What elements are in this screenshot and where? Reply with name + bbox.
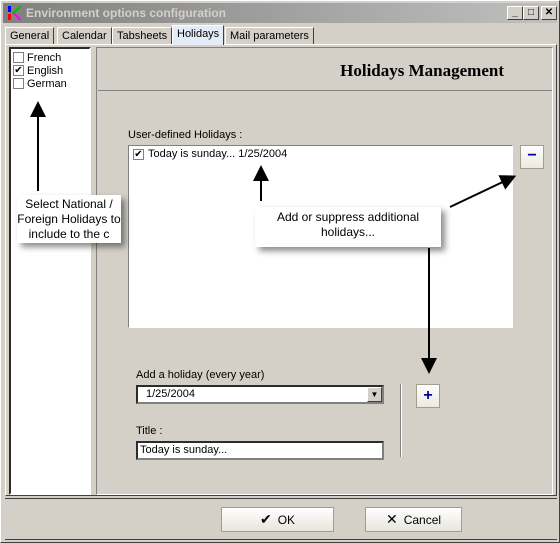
user-defined-holidays-label: User-defined Holidays : (128, 129, 243, 141)
tab-calendar[interactable]: Calendar (57, 27, 112, 45)
checkbox-german[interactable] (13, 78, 24, 89)
checkmark-icon: ✔ (259, 511, 272, 527)
holiday-option-german[interactable]: German (13, 77, 67, 90)
holiday-date-combo[interactable]: 1/25/2004 ▼ (136, 385, 384, 404)
checkbox-user-holiday[interactable]: ✔ (133, 148, 144, 160)
add-holiday-button[interactable]: + (416, 384, 440, 408)
holiday-option-label: English (27, 64, 64, 77)
list-item[interactable]: ✔ Today is sunday... 1/25/2004 (133, 148, 287, 160)
ok-label: OK (277, 512, 296, 527)
tab-holidays[interactable]: Holidays (172, 25, 225, 45)
vertical-divider (400, 384, 402, 457)
remove-holiday-button[interactable]: − (520, 145, 544, 169)
add-holiday-label: Add a holiday (every year) (136, 369, 265, 381)
ok-button[interactable]: ✔ OK (221, 507, 334, 532)
holiday-option-label: French (27, 51, 62, 64)
minimize-button[interactable]: _ (507, 6, 523, 20)
holiday-option-label: German (27, 77, 67, 90)
holiday-title-input[interactable]: Today is sunday... (136, 441, 384, 460)
panel-header: Holidays Management (98, 49, 552, 91)
title-bar: Environment options configuration _ □ ✕ (3, 3, 557, 23)
holiday-option-english[interactable]: ✔ English (13, 64, 63, 77)
close-button[interactable]: ✕ (541, 6, 557, 20)
callout-national-holidays: Select National / Foreign Holidays to in… (17, 195, 121, 243)
holiday-option-french[interactable]: French (13, 51, 61, 64)
window-title: Environment options configuration (26, 6, 226, 20)
holiday-date-value: 1/25/2004 (146, 388, 195, 400)
dropdown-arrow-icon[interactable]: ▼ (367, 387, 382, 402)
cancel-label: Cancel (403, 512, 442, 527)
tab-general[interactable]: General (5, 27, 55, 45)
list-item-label: Today is sunday... 1/25/2004 (148, 148, 288, 160)
cancel-button[interactable]: ✕ Cancel (365, 507, 462, 532)
panel-title: Holidays Management (340, 61, 504, 80)
app-logo-icon (8, 6, 22, 20)
x-icon: ✕ (385, 511, 398, 527)
tab-tabsheets[interactable]: Tabsheets (112, 27, 173, 45)
callout-add-suppress: Add or suppress additional holidays... (255, 207, 441, 247)
checkbox-french[interactable] (13, 52, 24, 63)
tab-mail-parameters[interactable]: Mail parameters (225, 27, 314, 45)
options-dialog: Environment options configuration _ □ ✕ … (0, 0, 560, 543)
checkbox-english[interactable]: ✔ (13, 65, 24, 76)
national-holidays-list[interactable]: French ✔ English German (9, 47, 91, 495)
title-label: Title : (136, 425, 163, 437)
maximize-button[interactable]: □ (523, 6, 539, 20)
